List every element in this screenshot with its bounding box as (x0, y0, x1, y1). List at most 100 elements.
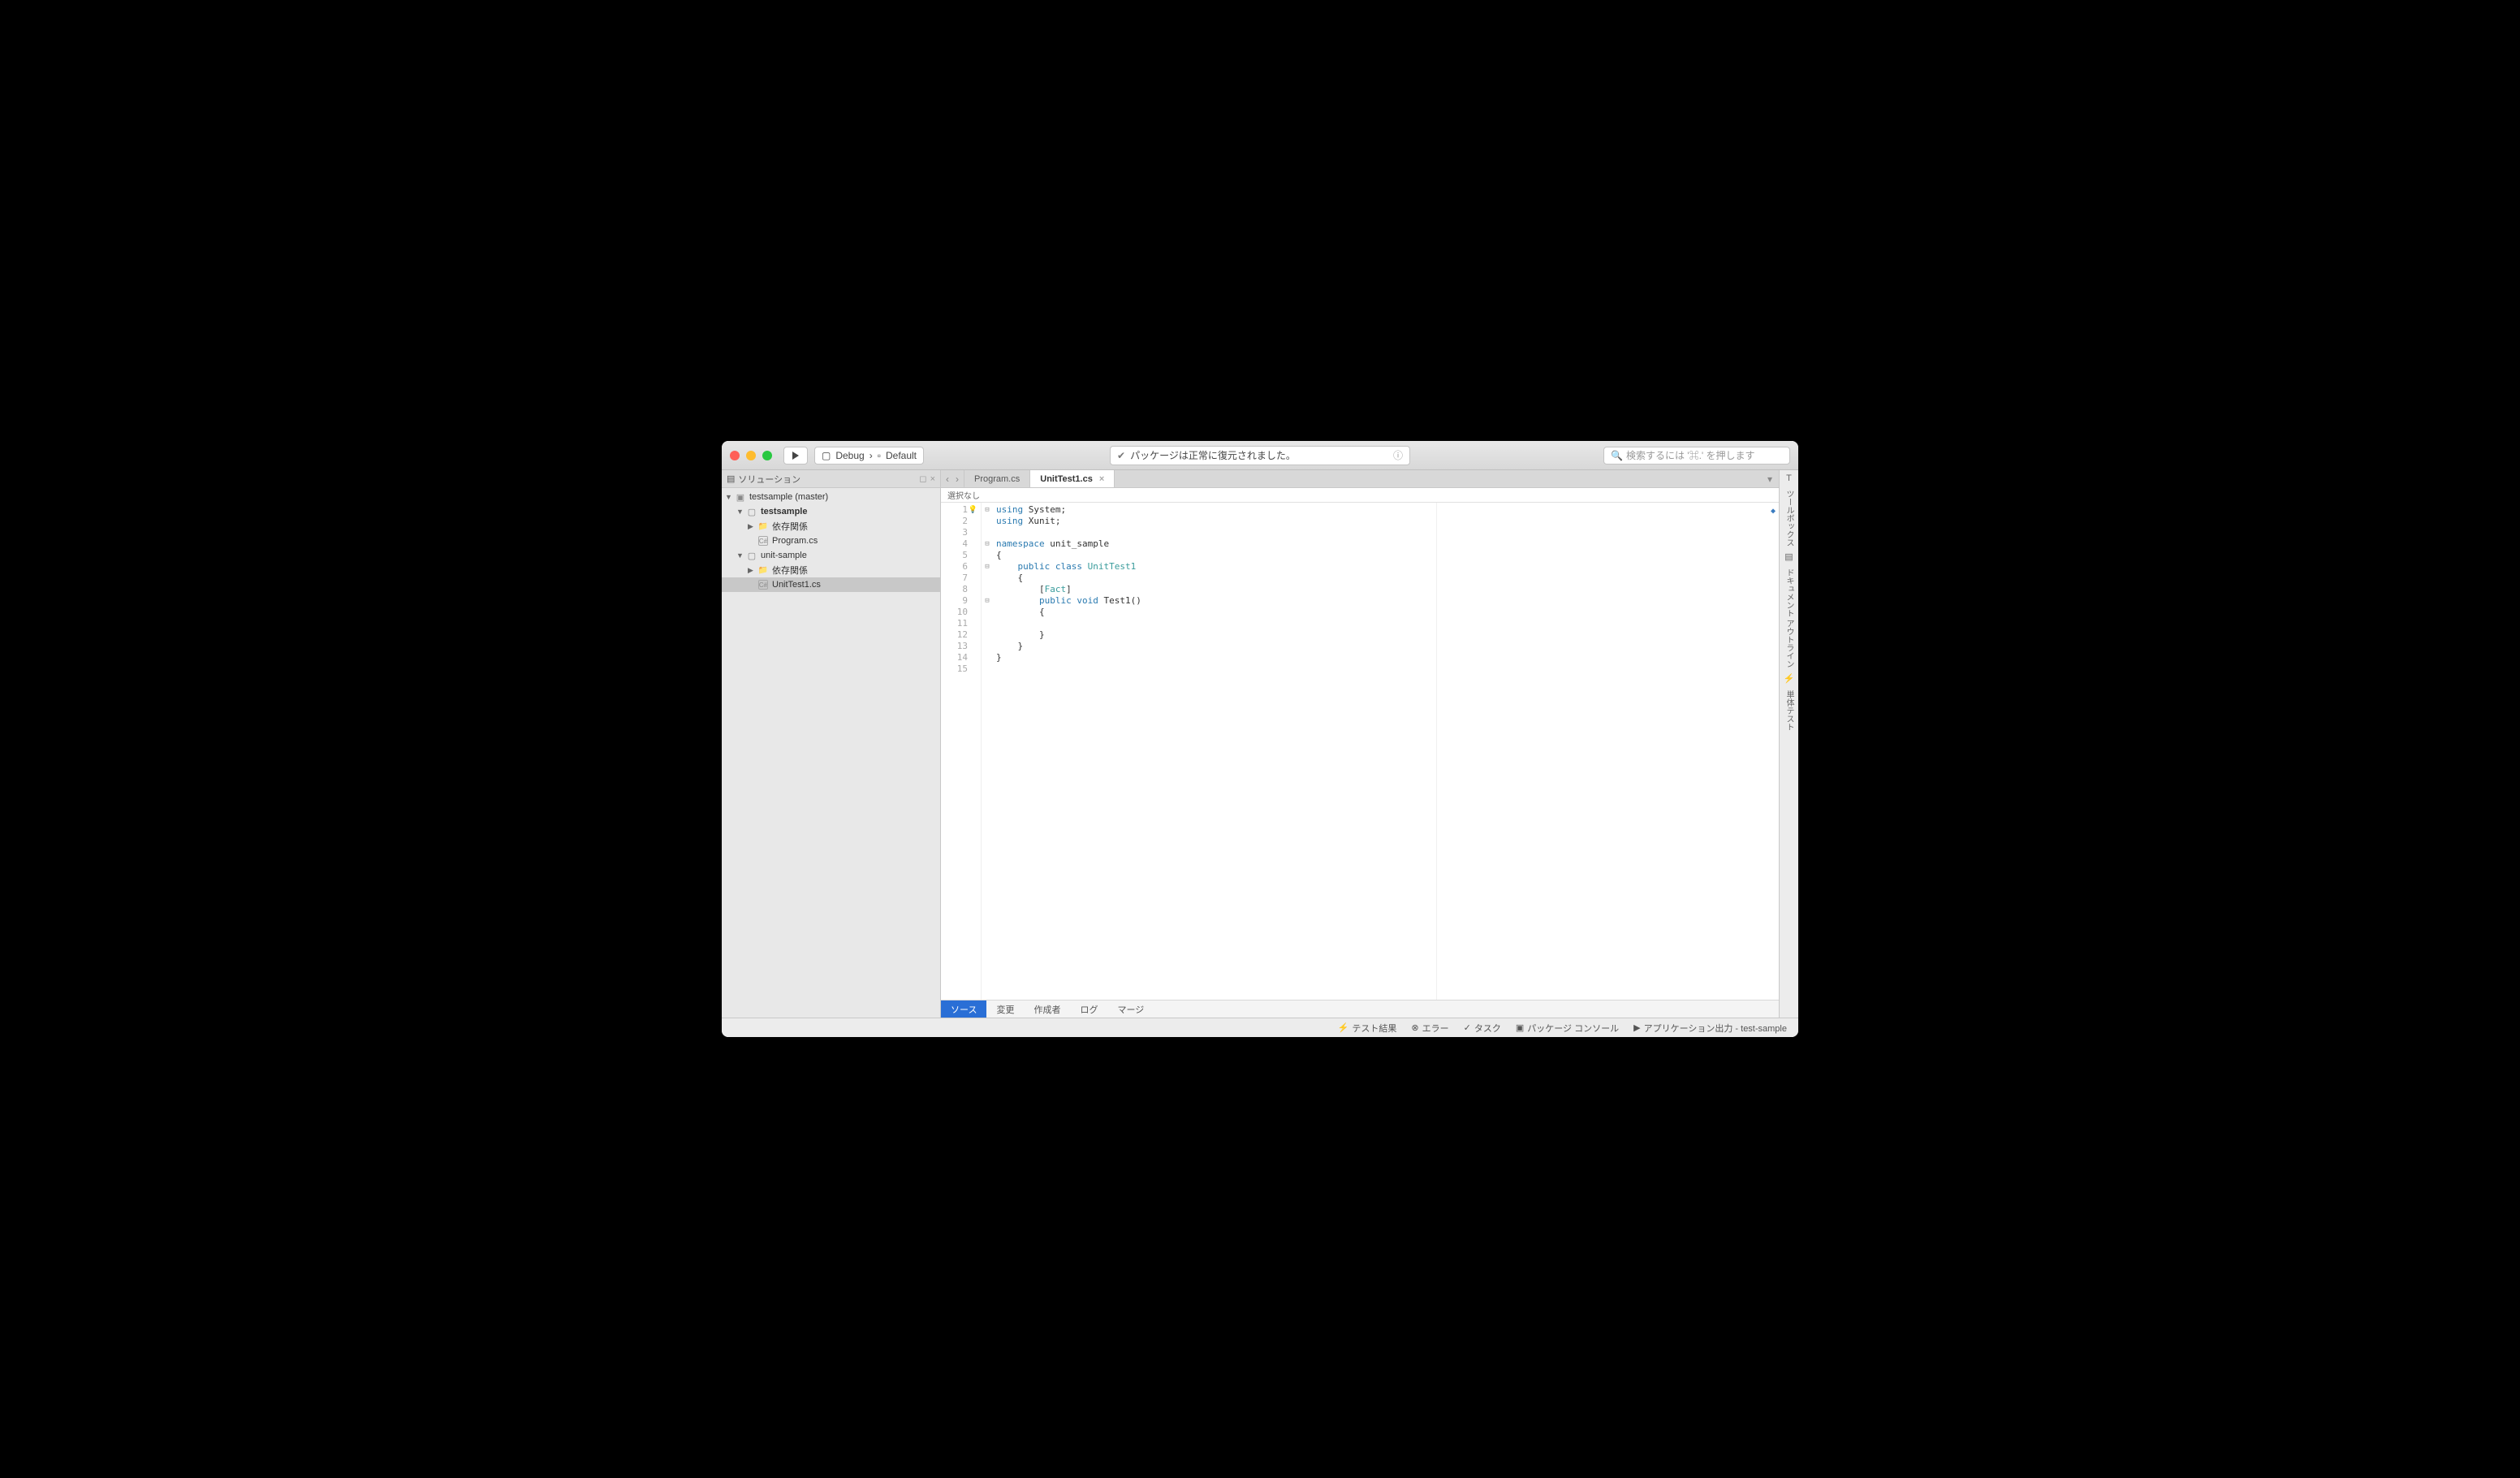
status-label: エラー (1422, 1022, 1449, 1035)
nav-back-icon[interactable]: ‹ (946, 473, 949, 485)
run-button[interactable] (783, 447, 808, 465)
solution-tree: ▼▣testsample (master)▼▢testsample▶📁依存関係C… (722, 488, 940, 594)
rail-panel-toggle[interactable]: 単体テスト (1781, 687, 1797, 734)
editor-subtab[interactable]: マージ (1107, 1000, 1154, 1018)
tab-overflow-menu[interactable]: ▾ (1761, 470, 1779, 487)
fold-toggle-icon (982, 629, 993, 641)
editor-tabbar: ‹ › Program.cs UnitTest1.cs × ▾ (941, 470, 1779, 488)
tab-unittest1-cs[interactable]: UnitTest1.cs × (1030, 470, 1115, 487)
expand-arrow-icon[interactable]: ▶ (748, 566, 754, 575)
tree-item-label: Program.cs (772, 536, 818, 546)
close-window-button[interactable] (730, 451, 740, 460)
status-label: タスク (1474, 1022, 1501, 1035)
tree-item[interactable]: ▼▢testsample (722, 504, 940, 519)
line-number: 3 (941, 527, 977, 538)
fold-toggle-icon (982, 607, 993, 618)
minimize-window-button[interactable] (746, 451, 756, 460)
code-line[interactable]: } (996, 641, 1776, 652)
code-line[interactable]: } (996, 629, 1776, 641)
line-number: 2 (941, 516, 977, 527)
folder-icon: 📁 (757, 564, 769, 576)
code-line[interactable] (996, 527, 1776, 538)
rail-panel-toggle[interactable]: ドキュメント アウトライン (1781, 565, 1797, 672)
solution-icon: ▤ (727, 473, 735, 484)
code-line[interactable]: public void Test1() (996, 595, 1776, 607)
editor-ruler (1436, 503, 1437, 1000)
code-line[interactable]: { (996, 550, 1776, 561)
rail-icon: T (1786, 473, 1792, 483)
expand-arrow-icon[interactable]: ▼ (736, 508, 743, 516)
code-editor[interactable]: 1💡23456789101112131415 ⊟⊟⊟⊟ using System… (941, 503, 1779, 1000)
maximize-window-button[interactable] (762, 451, 772, 460)
fold-margin: ⊟ ⊟ ⊟ ⊟ (982, 503, 993, 1000)
code-line[interactable]: using Xunit; (996, 516, 1776, 527)
line-number: 14 (941, 652, 977, 663)
status-item[interactable]: ⊗ エラー (1411, 1022, 1448, 1035)
config-separator: › (869, 450, 873, 461)
line-number: 1💡 (941, 504, 977, 516)
code-line[interactable]: [Fact] (996, 584, 1776, 595)
editor-subtab[interactable]: 変更 (986, 1000, 1024, 1018)
lightbulb-icon[interactable]: 💡 (969, 504, 977, 516)
search-placeholder: 検索するには '⌘.' を押します (1626, 448, 1755, 462)
fold-toggle-icon[interactable]: ⊟ (982, 538, 993, 550)
editor-subtabs: ソース変更作成者ログマージ (941, 1000, 1779, 1018)
rail-icon: ▤ (1784, 551, 1793, 562)
fold-toggle-icon[interactable]: ⊟ (982, 504, 993, 516)
tree-item[interactable]: ▼▣testsample (master) (722, 490, 940, 504)
editor-subtab[interactable]: ソース (941, 1000, 986, 1018)
tree-item[interactable]: ▼▢unit-sample (722, 548, 940, 563)
tree-item[interactable]: C#UnitTest1.cs (722, 577, 940, 592)
expand-arrow-icon[interactable]: ▶ (748, 522, 754, 531)
main-area: ▤ ソリューション ◻ × ▼▣testsample (master)▼▢tes… (722, 470, 1798, 1018)
editor-subtab[interactable]: ログ (1070, 1000, 1107, 1018)
status-item[interactable]: ✓タスク (1464, 1022, 1501, 1035)
fold-toggle-icon (982, 584, 993, 595)
member-selector[interactable]: 選択なし (941, 488, 1779, 503)
tree-item-label: UnitTest1.cs (772, 580, 821, 590)
status-item[interactable]: ▶アプリケーション出力 - test-sample (1633, 1022, 1787, 1035)
editor-subtab[interactable]: 作成者 (1024, 1000, 1070, 1018)
tree-item-label: 依存関係 (772, 564, 808, 577)
line-number: 11 (941, 618, 977, 629)
fold-toggle-icon[interactable]: ⊟ (982, 561, 993, 573)
tree-item[interactable]: C#Program.cs (722, 534, 940, 548)
tree-item[interactable]: ▶📁依存関係 (722, 519, 940, 534)
line-number: 4 (941, 538, 977, 550)
info-icon[interactable]: ⓘ (1393, 448, 1403, 462)
status-label: アプリケーション出力 - test-sample (1644, 1022, 1787, 1035)
status-item[interactable]: ⚡テスト結果 (1338, 1022, 1397, 1035)
sidebar-undock-icon[interactable]: ◻ (919, 473, 926, 484)
code-line[interactable] (996, 663, 1776, 675)
code-line[interactable]: { (996, 573, 1776, 584)
run-config-selector[interactable]: ▢ Debug › ▫ Default (814, 447, 924, 465)
code-content[interactable]: using System;using Xunit; namespace unit_… (993, 503, 1779, 1000)
expand-arrow-icon[interactable]: ▼ (725, 493, 731, 501)
code-line[interactable] (996, 618, 1776, 629)
status-item[interactable]: ▣パッケージ コンソール (1516, 1022, 1619, 1035)
rail-panel-toggle[interactable]: ツールボックス (1781, 486, 1797, 550)
file-hint-icon[interactable]: ◆ (1771, 506, 1776, 517)
expand-arrow-icon[interactable]: ▼ (736, 551, 743, 560)
code-line[interactable]: using System; (996, 504, 1776, 516)
nav-forward-icon[interactable]: › (956, 473, 959, 485)
close-tab-icon[interactable]: × (1099, 474, 1104, 484)
rail-icon: ⚡ (1784, 673, 1795, 684)
fold-toggle-icon (982, 573, 993, 584)
code-line[interactable]: { (996, 607, 1776, 618)
fold-toggle-icon (982, 641, 993, 652)
fold-toggle-icon[interactable]: ⊟ (982, 595, 993, 607)
status-icon: ⊗ (1411, 1022, 1418, 1033)
folder-icon: 📁 (757, 521, 769, 532)
global-search[interactable]: 🔍 検索するには '⌘.' を押します (1603, 447, 1790, 465)
device-icon: ▢ (822, 450, 831, 461)
ide-window: ▢ Debug › ▫ Default ✔ パッケージは正常に復元されました。 … (722, 441, 1798, 1037)
tab-program-cs[interactable]: Program.cs (964, 470, 1030, 487)
success-icon: ✔ (1117, 450, 1125, 461)
code-line[interactable]: } (996, 652, 1776, 663)
code-line[interactable]: public class UnitTest1 (996, 561, 1776, 573)
code-line[interactable]: namespace unit_sample (996, 538, 1776, 550)
tree-item[interactable]: ▶📁依存関係 (722, 563, 940, 577)
project-icon: ▢ (746, 506, 757, 517)
sidebar-close-icon[interactable]: × (930, 474, 935, 484)
